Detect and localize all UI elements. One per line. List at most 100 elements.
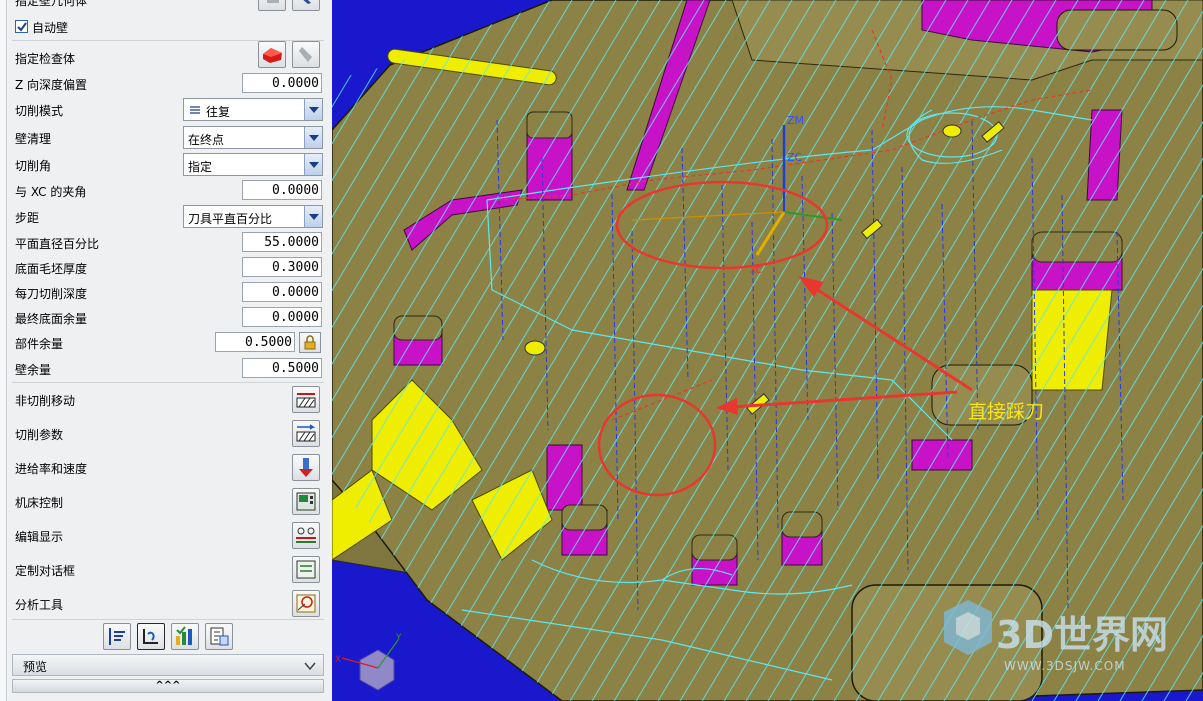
cutting-parameters-row[interactable]: 切削参数: [15, 420, 324, 450]
edit-display-row[interactable]: 编辑显示: [15, 522, 324, 552]
cube-logo-inner: [956, 612, 980, 640]
machine-control-button[interactable]: [292, 488, 320, 515]
step-right: [911, 439, 973, 471]
wall-cleanup-value: 在终点: [188, 133, 225, 147]
feeds-speeds-button[interactable]: [292, 454, 320, 481]
cut-pattern-row: 切削模式 往复: [15, 98, 324, 122]
customize-dialog-row[interactable]: 定制对话框: [15, 556, 324, 586]
watermark-title: 3D世界网: [996, 613, 1168, 657]
cut-angle-label: 切削角: [15, 159, 52, 173]
depth-per-cut-input[interactable]: 0.0000: [242, 282, 322, 302]
analysis-tool-row[interactable]: 分析工具: [15, 590, 324, 620]
analysis-tool-button[interactable]: [292, 590, 320, 617]
preview-section-header[interactable]: 预览: [12, 654, 324, 676]
part-stock-input[interactable]: 0.5000: [215, 332, 295, 352]
depth-per-cut-row: 每刀切削深度 0.0000: [15, 281, 324, 305]
check-body-row: 指定检查体: [15, 41, 324, 70]
final-floor-stock-input[interactable]: 0.0000: [242, 307, 322, 327]
stepover-row: 步距 刀具平直百分比: [15, 205, 324, 229]
angle-from-xc-row: 与 XC 的夹角 0.0000: [15, 179, 324, 203]
percent-flat-diameter-row: 平面直径百分比 55.0000: [15, 231, 324, 255]
chevron-down-icon[interactable]: [304, 154, 322, 175]
zm-axis-label: ZM: [787, 114, 804, 127]
verify-button[interactable]: [171, 623, 199, 650]
part-stock-label: 部件余量: [15, 337, 64, 351]
feeds-speeds-row[interactable]: 进给率和速度: [15, 454, 324, 484]
stepover-select[interactable]: 刀具平直百分比: [183, 205, 323, 228]
non-cutting-moves-icon: [296, 393, 316, 408]
chevron-down-icon[interactable]: [304, 206, 322, 227]
list-button[interactable]: [205, 623, 233, 650]
cut-angle-select[interactable]: 指定: [183, 153, 323, 176]
check-body-edit-button[interactable]: [292, 41, 320, 68]
customize-dialog-button[interactable]: [292, 556, 320, 583]
chevron-down-icon[interactable]: [303, 661, 317, 671]
upper-right-island: [1056, 9, 1178, 51]
machine-control-row[interactable]: 机床控制: [15, 488, 324, 518]
post-bottom-1-cap: [561, 504, 608, 531]
non-cutting-moves-label: 非切削移动: [15, 394, 76, 408]
replay-button[interactable]: [137, 623, 165, 650]
machine-control-label: 机床控制: [15, 496, 64, 510]
floor-blank-thickness-label: 底面毛坯厚度: [15, 262, 88, 276]
wall-stock-input[interactable]: 0.5000: [242, 358, 322, 378]
depth-per-cut-label: 每刀切削深度: [15, 287, 88, 301]
generate-button[interactable]: [103, 623, 131, 650]
auto-wall-row: 自动壁: [15, 15, 324, 39]
stepover-value: 刀具平直百分比: [188, 212, 273, 226]
hole-left: [524, 340, 546, 356]
cube-icon: [267, 0, 279, 3]
collapse-dialog-bar[interactable]: ^^^: [12, 679, 324, 693]
part-stock-row: 部件余量 0.5000: [15, 331, 324, 355]
non-cutting-moves-button[interactable]: [292, 386, 320, 413]
flashlight-icon: [299, 47, 312, 62]
stepover-label: 步距: [15, 211, 40, 225]
final-floor-stock-row: 最终底面余量 0.0000: [15, 306, 324, 330]
percent-flat-diameter-input[interactable]: 55.0000: [242, 232, 322, 252]
analysis-tool-label: 分析工具: [15, 598, 64, 612]
triad-x-label: X: [335, 655, 341, 665]
customize-dialog-icon: [296, 560, 316, 579]
triad-y-label: Y: [395, 633, 402, 643]
3d-graphics-viewport[interactable]: ZM ZC XC 直接踩刀 Y X 3D世界网 WWW.3DSJW.COM: [332, 0, 1203, 701]
list-icon: [210, 627, 229, 646]
floor-blank-thickness-input[interactable]: 0.3000: [242, 257, 322, 277]
percent-flat-diameter-label: 平面直径百分比: [15, 237, 100, 251]
angle-from-xc-label: 与 XC 的夹角: [15, 185, 87, 199]
cutting-parameters-button[interactable]: [292, 420, 320, 447]
machine-control-icon: [296, 492, 316, 511]
wall-geometry-row: 指定壁几何体: [15, 0, 324, 11]
non-cutting-moves-row[interactable]: 非切削移动: [15, 386, 324, 416]
wall-stock-label: 壁余量: [15, 363, 52, 377]
wall-cleanup-select[interactable]: 在终点: [183, 126, 323, 149]
wall-geometry-edit-button[interactable]: [292, 0, 320, 11]
z-depth-offset-input[interactable]: 0.0000: [242, 73, 322, 93]
chevron-down-icon[interactable]: [304, 99, 322, 120]
dialog-left-edge: [0, 0, 7, 701]
wall-geometry-label: 指定壁几何体: [15, 0, 88, 8]
check-body-select-button[interactable]: [258, 41, 286, 68]
cut-pattern-select[interactable]: 往复: [183, 98, 323, 121]
wall-cleanup-row: 壁清理 在终点: [15, 126, 324, 150]
zc-axis-label: ZC: [787, 151, 803, 164]
edit-display-button[interactable]: [292, 522, 320, 549]
cut-angle-value: 指定: [188, 160, 213, 174]
zigzag-lines-icon: [190, 106, 200, 114]
auto-wall-label: 自动壁: [32, 21, 69, 35]
angle-from-xc-input[interactable]: 0.0000: [242, 180, 322, 200]
part-stock-lock-button[interactable]: [299, 332, 321, 353]
red-block-icon: [263, 48, 282, 63]
wall-geometry-select-button[interactable]: [258, 0, 286, 11]
z-depth-offset-row: Z 向深度偏置 0.0000: [15, 72, 324, 96]
cut-pattern-label: 切削模式: [15, 104, 64, 118]
preview-label: 预览: [23, 660, 48, 674]
wall-cleanup-label: 壁清理: [15, 132, 52, 146]
replay-icon: [143, 629, 158, 644]
wall-stock-row: 壁余量 0.5000: [15, 357, 324, 381]
feeds-speeds-icon: [299, 458, 313, 477]
chevron-down-icon[interactable]: [304, 127, 322, 148]
z-depth-offset-label: Z 向深度偏置: [15, 78, 88, 92]
auto-wall-checkbox[interactable]: [15, 20, 28, 33]
final-floor-stock-label: 最终底面余量: [15, 312, 88, 326]
hole-top: [942, 124, 962, 138]
